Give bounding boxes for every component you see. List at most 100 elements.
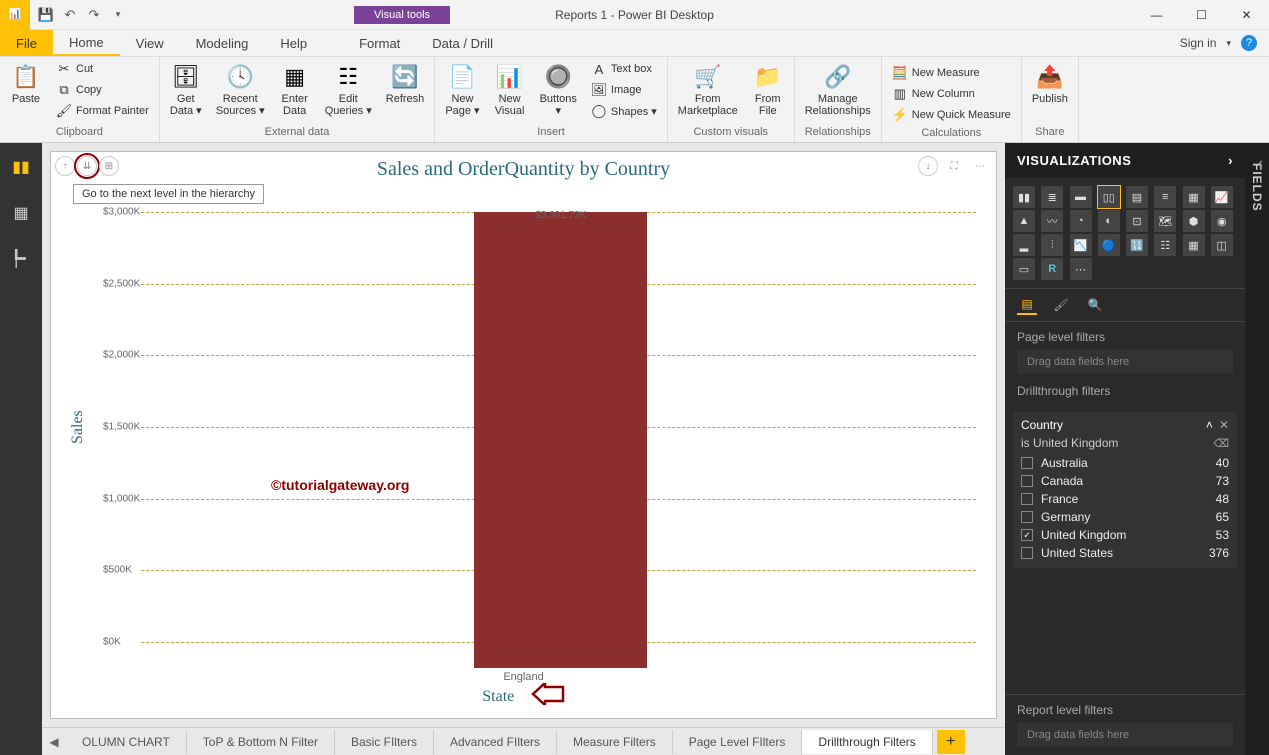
refresh-button[interactable]: 🔄Refresh — [380, 59, 431, 107]
viz-type-9[interactable]: 〰 — [1041, 210, 1063, 232]
menu-file[interactable]: File — [0, 30, 53, 56]
new-page-button[interactable]: 📄New Page ▾ — [439, 59, 485, 119]
viz-type-5[interactable]: ≡ — [1154, 186, 1176, 208]
menu-modeling[interactable]: Modeling — [180, 30, 265, 56]
page-tab-page-level-filters[interactable]: Page Level FIlters — [673, 730, 803, 754]
viz-type-17[interactable]: ⫶ — [1041, 234, 1063, 256]
model-view-icon[interactable]: ┡╸ — [7, 245, 35, 273]
image-button[interactable]: 🖼Image — [585, 80, 663, 100]
viz-type-4[interactable]: ▤ — [1126, 186, 1148, 208]
viz-type-20[interactable]: 🔢 — [1126, 234, 1148, 256]
checkbox-icon[interactable] — [1021, 475, 1033, 487]
drill-up-icon[interactable]: ↑ — [55, 156, 75, 176]
report-filters-drop[interactable]: Drag data fields here — [1017, 723, 1233, 747]
viz-type-24[interactable]: ▭ — [1013, 258, 1035, 280]
viz-type-18[interactable]: 📉 — [1070, 234, 1092, 256]
country-option-australia[interactable]: Australia40 — [1021, 454, 1229, 472]
chevron-down-icon[interactable]: ▾ — [1226, 38, 1231, 49]
page-filters-drop[interactable]: Drag data fields here — [1017, 350, 1233, 374]
buttons-button[interactable]: 🔘Buttons ▾ — [534, 59, 583, 119]
edit-queries-button[interactable]: ☷Edit Queries ▾ — [319, 59, 378, 119]
data-view-icon[interactable]: ▦ — [7, 199, 35, 227]
page-tab-measure-filters[interactable]: Measure Filters — [557, 730, 673, 754]
cut-button[interactable]: ✂Cut — [50, 59, 155, 79]
undo-icon[interactable]: ↶ — [60, 5, 80, 25]
viz-type-11[interactable]: ◐ — [1098, 210, 1120, 232]
country-option-canada[interactable]: Canada73 — [1021, 472, 1229, 490]
menu-home[interactable]: Home — [53, 30, 120, 56]
page-tab-basic-filters[interactable]: Basic FIlters — [335, 730, 434, 754]
viz-type-3[interactable]: ▯▯ — [1098, 186, 1120, 208]
expand-next-level-icon[interactable]: ⇊ — [77, 156, 97, 176]
analytics-tab-icon[interactable]: 🔍 — [1085, 295, 1105, 315]
manage-relationships-button[interactable]: 🔗Manage Relationships — [799, 59, 877, 119]
new-measure-button[interactable]: 🧮New Measure — [886, 63, 1017, 83]
copy-button[interactable]: ⧉Copy — [50, 80, 155, 100]
country-option-united-kingdom[interactable]: United Kingdom53 — [1021, 526, 1229, 544]
add-page-button[interactable]: + — [937, 730, 965, 754]
report-view-icon[interactable]: ▮▮ — [7, 153, 35, 181]
viz-type-12[interactable]: ⊡ — [1126, 210, 1148, 232]
viz-type-15[interactable]: ◉ — [1211, 210, 1233, 232]
viz-type-16[interactable]: ▂ — [1013, 234, 1035, 256]
maximize-button[interactable]: ☐ — [1179, 0, 1224, 30]
chevron-left-icon[interactable]: ‹ — [1258, 155, 1263, 173]
viz-type-2[interactable]: ▬ — [1070, 186, 1092, 208]
viz-type-22[interactable]: ▦ — [1183, 234, 1205, 256]
enter-data-button[interactable]: ▦Enter Data — [273, 59, 317, 119]
publish-button[interactable]: 📤Publish — [1026, 59, 1074, 107]
checkbox-icon[interactable] — [1021, 493, 1033, 505]
bar-england[interactable] — [474, 212, 647, 668]
chevron-up-icon[interactable]: ˄ — [1206, 418, 1213, 432]
menu-format[interactable]: Format — [343, 30, 416, 56]
tab-scroll-left[interactable]: ◀ — [42, 735, 66, 749]
viz-type-1[interactable]: ≣ — [1041, 186, 1063, 208]
from-marketplace-button[interactable]: 🛒From Marketplace — [672, 59, 744, 119]
remove-filter-icon[interactable]: ✕ — [1219, 418, 1229, 432]
country-option-france[interactable]: France48 — [1021, 490, 1229, 508]
recent-sources-button[interactable]: 🕓Recent Sources ▾ — [210, 59, 271, 119]
paste-button[interactable]: 📋Paste — [4, 59, 48, 107]
fields-pane-collapsed[interactable]: ‹ FIELDS — [1245, 143, 1269, 755]
shapes-button[interactable]: ◯Shapes ▾ — [585, 101, 663, 121]
menu-view[interactable]: View — [120, 30, 180, 56]
menu-data-drill[interactable]: Data / Drill — [416, 30, 509, 56]
get-data-button[interactable]: 🗄Get Data ▾ — [164, 59, 208, 119]
country-option-united-states[interactable]: United States376 — [1021, 544, 1229, 562]
page-tab-drillthrough-filters[interactable]: Drillthrough Filters — [802, 730, 932, 754]
page-tab-top-bottom[interactable]: ToP & Bottom N Filter — [187, 730, 335, 754]
checkbox-icon[interactable] — [1021, 511, 1033, 523]
viz-type-7[interactable]: 📈 — [1211, 186, 1233, 208]
from-file-button[interactable]: 📁From File — [746, 59, 790, 119]
new-quick-measure-button[interactable]: ⚡New Quick Measure — [886, 105, 1017, 125]
checkbox-icon[interactable] — [1021, 457, 1033, 469]
viz-type-26[interactable]: ⋯ — [1070, 258, 1092, 280]
redo-icon[interactable]: ↷ — [84, 5, 104, 25]
report-canvas[interactable]: ↑ ⇊ ⊞ ↓ ⛶ ⋯ Go to the next level in the … — [50, 151, 997, 719]
page-tab-column-chart[interactable]: OLUMN CHART — [66, 730, 187, 754]
minimize-button[interactable]: — — [1134, 0, 1179, 30]
expand-all-icon[interactable]: ⊞ — [99, 156, 119, 176]
menu-help[interactable]: Help — [264, 30, 323, 56]
viz-type-21[interactable]: ☷ — [1154, 234, 1176, 256]
viz-type-13[interactable]: 🗺 — [1154, 210, 1176, 232]
format-painter-button[interactable]: 🖌Format Painter — [50, 101, 155, 121]
new-column-button[interactable]: ▥New Column — [886, 84, 1017, 104]
viz-type-23[interactable]: ◫ — [1211, 234, 1233, 256]
eraser-icon[interactable]: ⌫ — [1213, 437, 1229, 450]
viz-type-10[interactable]: ◔ — [1070, 210, 1092, 232]
drill-mode-icon[interactable]: ↓ — [918, 156, 938, 176]
chevron-right-icon[interactable]: › — [1228, 153, 1233, 168]
focus-mode-icon[interactable]: ⛶ — [944, 156, 964, 176]
viz-type-19[interactable]: 🔵 — [1098, 234, 1120, 256]
text-box-button[interactable]: AText box — [585, 59, 663, 79]
new-visual-button[interactable]: 📊New Visual — [488, 59, 532, 119]
save-icon[interactable]: 💾 — [36, 5, 56, 25]
sign-in-link[interactable]: Sign in — [1180, 36, 1217, 50]
help-icon[interactable]: ? — [1241, 35, 1257, 51]
qat-dropdown-icon[interactable]: ▾ — [108, 5, 128, 25]
checkbox-icon[interactable] — [1021, 547, 1033, 559]
viz-type-14[interactable]: ⬢ — [1183, 210, 1205, 232]
more-options-icon[interactable]: ⋯ — [970, 156, 990, 176]
viz-type-25[interactable]: R — [1041, 258, 1063, 280]
